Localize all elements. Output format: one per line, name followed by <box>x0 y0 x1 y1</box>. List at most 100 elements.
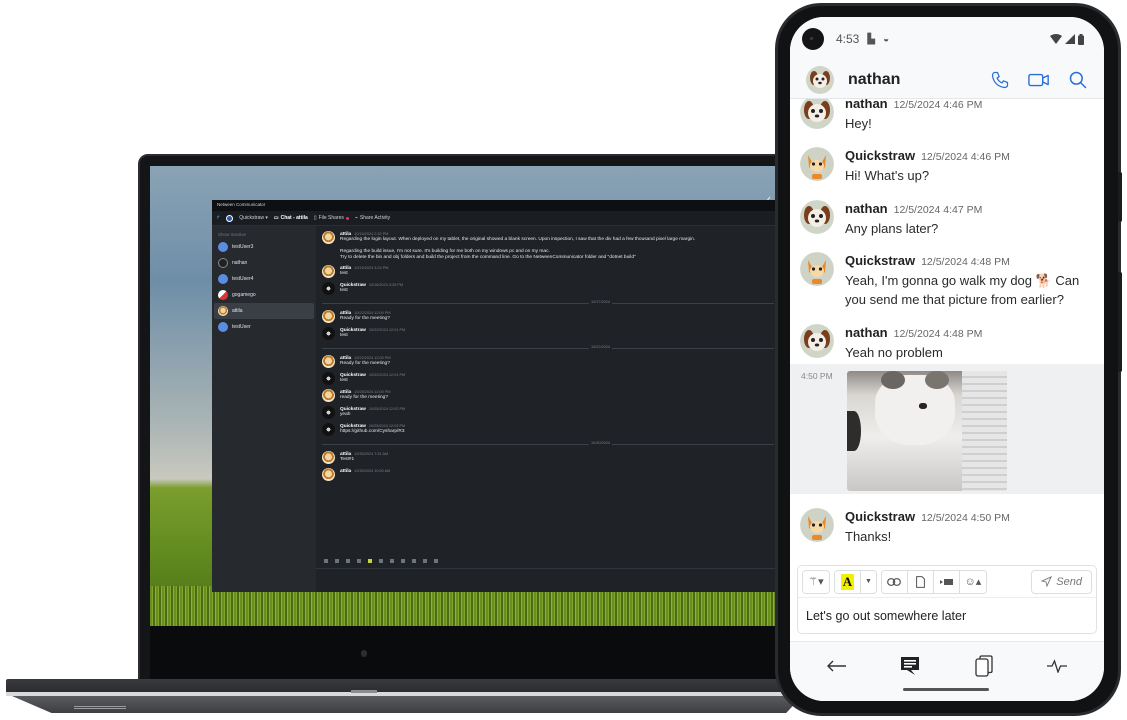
contact-item[interactable]: testUser4 <box>214 271 314 287</box>
phone-power-button <box>1118 172 1122 222</box>
image-message: 4:50 PM <box>790 364 1104 494</box>
link-icon[interactable] <box>401 559 405 563</box>
show-inactive-toggle[interactable]: Show Inactive <box>214 230 314 239</box>
highlight-button[interactable]: A <box>835 570 861 593</box>
avatar-nathan <box>800 324 834 358</box>
highlight-icon: A <box>840 573 855 590</box>
link-button[interactable] <box>881 570 908 593</box>
attach-video-button[interactable] <box>933 570 960 593</box>
caret-down-icon: ▼ <box>865 578 872 585</box>
avatar <box>322 406 335 419</box>
highlight-dropdown[interactable]: ▼ <box>861 570 876 593</box>
avatar <box>322 231 335 244</box>
search-icon[interactable] <box>1068 70 1088 90</box>
attach-file-button[interactable] <box>907 570 934 593</box>
back-arrow-icon[interactable]: ↱ <box>216 215 220 221</box>
avatar-quickstraw <box>800 252 834 286</box>
nav-chat[interactable] <box>898 654 922 678</box>
contacts-sidebar: Show Inactive testUser3 nathan testUser4… <box>212 226 316 592</box>
avatar <box>322 451 335 464</box>
contact-item[interactable]: nathan <box>214 255 314 271</box>
tab-share-activity[interactable]: ⌁ Share Activity <box>355 215 390 221</box>
avatar <box>218 274 228 284</box>
send-button[interactable]: Send <box>1031 569 1092 594</box>
highlight-icon[interactable] <box>368 559 372 563</box>
phone-volume-button <box>1118 272 1122 372</box>
contact-item[interactable]: testUser3 <box>214 239 314 255</box>
nav-files[interactable] <box>972 654 996 678</box>
avatar <box>218 242 228 252</box>
emoji-button[interactable]: ☺▴ <box>959 570 986 593</box>
laptop-hinge-notch <box>351 690 377 693</box>
magic-wand-icon: ⚚▾ <box>808 576 824 588</box>
bold-icon[interactable] <box>335 559 339 563</box>
product-showcase: Netween Communicator ↱ Quickstraw ▾ ▭ Cha… <box>0 0 1127 720</box>
bottom-nav <box>790 641 1104 701</box>
list-icon[interactable] <box>379 559 383 563</box>
magic-wand-icon[interactable] <box>324 559 328 563</box>
list-ordered-icon[interactable] <box>390 559 394 563</box>
underline-icon[interactable] <box>346 559 350 563</box>
contact-item[interactable]: testUser <box>214 319 314 335</box>
avatar <box>322 355 335 368</box>
activity-icon <box>1047 659 1068 673</box>
sd-card-icon: ▙ <box>867 33 876 45</box>
chat-message: attila 10/22/2024 12:00 PM Ready for the m… <box>322 310 774 323</box>
avatar <box>322 423 335 436</box>
date-separator: 10/30/2024 <box>322 440 774 448</box>
nav-activity[interactable] <box>1045 654 1069 678</box>
signal-icon <box>1065 34 1075 44</box>
files-icon <box>975 655 993 677</box>
chat-message: Quickstraw 10/16/2024 3:25 PM test <box>322 282 774 295</box>
laptop-base-edge <box>6 692 806 696</box>
message-input[interactable] <box>798 598 1096 634</box>
avatar-nathan <box>800 99 834 129</box>
user-avatar[interactable] <box>226 214 234 222</box>
chat-icon <box>901 657 920 675</box>
chat-message: attila 10/22/2024 12:00 PM Ready for the m… <box>322 355 774 368</box>
contact-item[interactable]: gogamego <box>214 287 314 303</box>
link-icon <box>887 577 902 586</box>
composer-toolbar: ⚚▾ A ▼ ☺▴ Send <box>798 566 1096 598</box>
chat-message: Quickstraw 10/22/2024 12:01 PM test <box>322 372 774 385</box>
phone-call-icon[interactable] <box>990 70 1010 90</box>
chat-header: nathan <box>790 61 1104 99</box>
desktop-message-input[interactable] <box>316 568 780 592</box>
tab-chat[interactable]: ▭ Chat - attila <box>274 215 308 221</box>
video-icon[interactable] <box>423 559 427 563</box>
strike-icon[interactable] <box>357 559 361 563</box>
laptop-logo <box>361 650 367 657</box>
app-title-bar: Netween Communicator <box>212 200 780 211</box>
chat-message: Quickstraw 10/25/2024 12:03 PM https://git… <box>322 423 774 436</box>
chat-message: attila 10/25/2024 12:00 PM ready for the m… <box>322 389 774 402</box>
wifi-icon <box>1050 34 1062 44</box>
nav-back[interactable] <box>825 654 849 678</box>
chat-message: Quickstraw 12/5/2024 4:50 PM Thanks! <box>790 508 1104 546</box>
chat-message: Quickstraw 12/5/2024 4:46 PM Hi! What's up… <box>790 147 1104 185</box>
cat-photo[interactable] <box>847 371 1007 491</box>
phone-screen: 4:53 ▙ ◒ nathan nathan 12/5/2024 4:46 PM… <box>790 17 1104 701</box>
tab-file-shares[interactable]: ▯ File Shares <box>314 215 349 221</box>
contact-name: nathan <box>848 70 901 88</box>
laptop-screen: Netween Communicator ↱ Quickstraw ▾ ▭ Cha… <box>150 166 780 626</box>
chat-message: nathan 12/5/2024 4:47 PM Any plans later? <box>790 200 1104 238</box>
user-menu[interactable]: Quickstraw ▾ <box>239 215 268 221</box>
emoji-icon[interactable] <box>434 559 438 563</box>
avatar <box>322 389 335 402</box>
desktop-app-window: Netween Communicator ↱ Quickstraw ▾ ▭ Cha… <box>212 200 780 592</box>
app-notification-icon: ◒ <box>883 33 890 45</box>
chat-message: attila 10/30/2024 7:31 AM Test#1 <box>322 451 774 464</box>
date-separator: 10/22/2024 <box>322 344 774 352</box>
file-icon[interactable] <box>412 559 416 563</box>
home-indicator[interactable] <box>903 688 989 691</box>
notification-badge <box>345 216 349 220</box>
avatar <box>322 310 335 323</box>
magic-wand-button[interactable]: ⚚▾ <box>803 570 829 593</box>
laptop-speaker-grille <box>74 706 126 709</box>
image-message-time: 4:50 PM <box>801 371 833 381</box>
contact-item-active[interactable]: attila <box>214 303 314 319</box>
contact-avatar[interactable] <box>806 65 834 94</box>
video-call-icon[interactable] <box>1028 71 1050 89</box>
avatar <box>322 327 335 340</box>
link[interactable]: https://github.com/Cysharp/R3 <box>340 429 405 435</box>
